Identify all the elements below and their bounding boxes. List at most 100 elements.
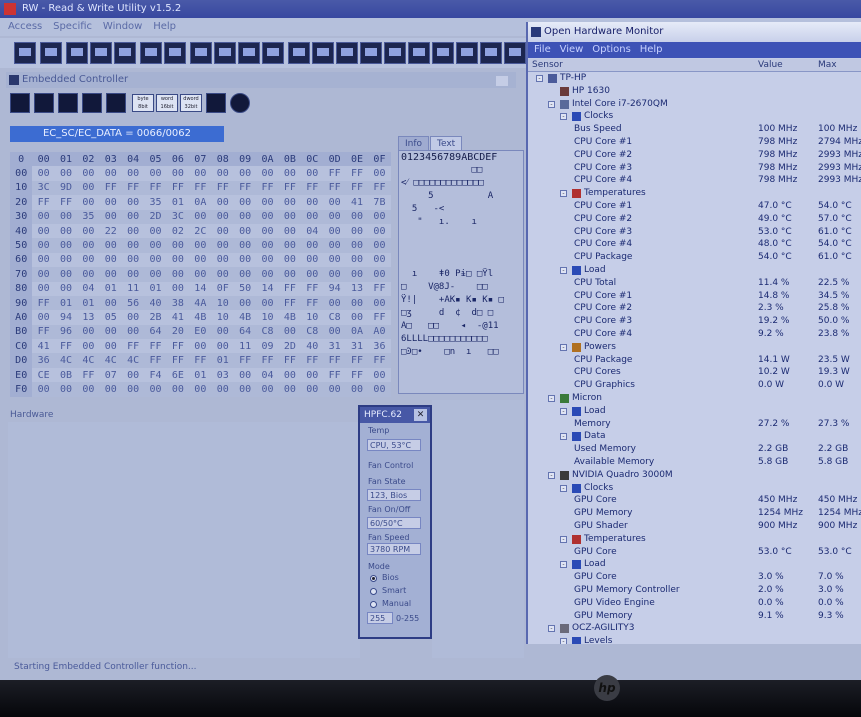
hex-cell[interactable]: 00 — [211, 382, 234, 397]
hex-cell[interactable]: 00 — [211, 238, 234, 253]
hex-cell[interactable]: 00 — [32, 267, 55, 282]
hex-cell[interactable]: 14 — [256, 281, 279, 296]
hex-cell[interactable]: 00 — [189, 382, 212, 397]
hex-cell[interactable]: 00 — [121, 324, 145, 340]
hex-cell[interactable]: FF — [278, 353, 302, 368]
sensor-row[interactable]: CPU Graphics 0.0 W 0.0 W — [528, 379, 861, 392]
hex-cell[interactable]: 00 — [144, 252, 167, 268]
hex-cell[interactable]: FF — [233, 180, 257, 196]
acpi-icon[interactable] — [140, 42, 162, 64]
sensor-row[interactable]: CPU Package 54.0 °C 61.0 °C — [528, 251, 861, 264]
hex-cell[interactable]: 13 — [77, 310, 100, 325]
hex-cell[interactable]: 41 — [32, 339, 55, 354]
hex-cell[interactable]: 01 — [77, 295, 100, 311]
hex-cell[interactable]: 3C — [32, 180, 55, 196]
hex-cell[interactable]: 00 — [99, 209, 122, 224]
hex-cell[interactable]: 10 — [301, 310, 324, 325]
hex-cell[interactable]: FF — [99, 180, 122, 196]
collapse-icon[interactable]: - — [560, 484, 567, 492]
ohm-menu-file[interactable]: File — [534, 42, 551, 58]
hex-cell[interactable]: 41 — [166, 310, 190, 325]
hex-cell[interactable]: FF — [368, 310, 391, 325]
hex-cell[interactable]: 9D — [54, 180, 78, 196]
hex-cell[interactable]: 04 — [301, 223, 324, 239]
hex-cell[interactable]: 00 — [256, 382, 279, 397]
hex-cell[interactable]: FF — [256, 353, 279, 368]
hex-cell[interactable]: 64 — [144, 324, 167, 340]
hex-cell[interactable]: 35 — [144, 195, 167, 210]
hex-cell[interactable]: 00 — [121, 238, 145, 253]
hex-cell[interactable]: 00 — [166, 166, 190, 181]
hex-cell[interactable]: 00 — [301, 252, 324, 268]
hex-cell[interactable]: FF — [301, 180, 324, 196]
hex-cell[interactable]: 00 — [368, 238, 391, 253]
hex-cell[interactable]: FF — [323, 166, 346, 181]
menu-specific[interactable]: Specific — [53, 18, 92, 36]
hex-cell[interactable]: FF — [301, 353, 324, 368]
hex-cell[interactable]: 00 — [32, 238, 55, 253]
hex-cell[interactable]: 00 — [345, 209, 369, 224]
hex-cell[interactable]: 00 — [121, 310, 145, 325]
binoculars-icon[interactable] — [82, 93, 102, 113]
hex-cell[interactable]: 00 — [233, 367, 257, 383]
hex-cell[interactable]: FF — [368, 353, 391, 368]
mode-manual-radio[interactable] — [370, 601, 377, 608]
sensor-row[interactable]: GPU Memory 9.1 % 9.3 % — [528, 610, 861, 623]
hex-cell[interactable]: FF — [166, 180, 190, 196]
hex-cell[interactable]: 40 — [144, 295, 167, 311]
collapse-icon[interactable]: - — [560, 267, 567, 274]
hex-cell[interactable]: FF — [323, 367, 346, 383]
hex-cell[interactable]: E0 — [189, 324, 212, 340]
hex-cell[interactable]: C8 — [323, 310, 346, 325]
hex-cell[interactable]: 00 — [323, 209, 346, 224]
hex-cell[interactable]: 00 — [345, 223, 369, 239]
hex-cell[interactable]: 00 — [278, 367, 302, 383]
sensor-row[interactable]: CPU Core #4 798 MHz 2993 MHz — [528, 174, 861, 187]
hex-cell[interactable]: 00 — [368, 223, 391, 239]
hex-cell[interactable]: 50 — [233, 281, 257, 296]
hex-cell[interactable]: 11 — [121, 281, 145, 296]
hex-cell[interactable]: 36 — [32, 353, 55, 368]
help-icon[interactable] — [230, 93, 250, 113]
hex-cell[interactable]: 41 — [345, 195, 369, 210]
hex-cell[interactable]: 00 — [233, 166, 257, 181]
hex-cell[interactable]: 00 — [233, 209, 257, 224]
tree-node[interactable]: HP 1630 — [528, 85, 861, 98]
hex-cell[interactable]: 00 — [99, 382, 122, 397]
hex-cell[interactable]: 00 — [345, 295, 369, 311]
hex-cell[interactable]: 00 — [121, 166, 145, 181]
collapse-icon[interactable]: - — [560, 113, 567, 121]
hex-cell[interactable]: 00 — [121, 223, 145, 239]
tree-node[interactable]: - Clocks — [528, 110, 861, 123]
hex-cell[interactable]: 31 — [345, 339, 369, 354]
hex-cell[interactable]: 10 — [211, 310, 234, 325]
hex-cell[interactable]: 00 — [121, 195, 145, 210]
hex-cell[interactable]: FF — [144, 180, 167, 196]
hex-cell[interactable]: FF — [144, 339, 167, 354]
hex-cell[interactable]: 00 — [233, 195, 257, 210]
hex-cell[interactable]: FF — [345, 166, 369, 181]
hex-cell[interactable]: 00 — [99, 195, 122, 210]
hex-cell[interactable]: 00 — [323, 324, 346, 340]
hex-cell[interactable]: 0A — [345, 324, 369, 340]
ec-minimize-button[interactable] — [496, 76, 508, 86]
hex-cell[interactable]: 01 — [166, 195, 190, 210]
hex-cell[interactable]: 0A — [189, 195, 212, 210]
hex-cell[interactable]: 00 — [189, 339, 212, 354]
hex-cell[interactable]: F4 — [144, 367, 167, 383]
collapse-icon[interactable]: - — [548, 625, 555, 633]
hex-cell[interactable]: 14 — [189, 281, 212, 296]
tree-node[interactable]: - Intel Core i7-2670QM — [528, 98, 861, 111]
menu-window[interactable]: Window — [103, 18, 142, 36]
hex-cell[interactable]: 00 — [233, 295, 257, 311]
hex-cell[interactable]: FF — [368, 281, 391, 296]
collapse-icon[interactable]: - — [548, 100, 555, 108]
hex-cell[interactable]: 00 — [323, 252, 346, 268]
hex-cell[interactable]: 00 — [121, 367, 145, 383]
hex-cell[interactable]: 00 — [301, 382, 324, 397]
hex-cell[interactable]: 00 — [54, 252, 78, 268]
grid-icon[interactable] — [106, 93, 126, 113]
disk-icon[interactable] — [408, 42, 430, 64]
sensor-row[interactable]: Memory 27.2 % 27.3 % — [528, 418, 861, 431]
hex-cell[interactable]: 00 — [189, 252, 212, 268]
